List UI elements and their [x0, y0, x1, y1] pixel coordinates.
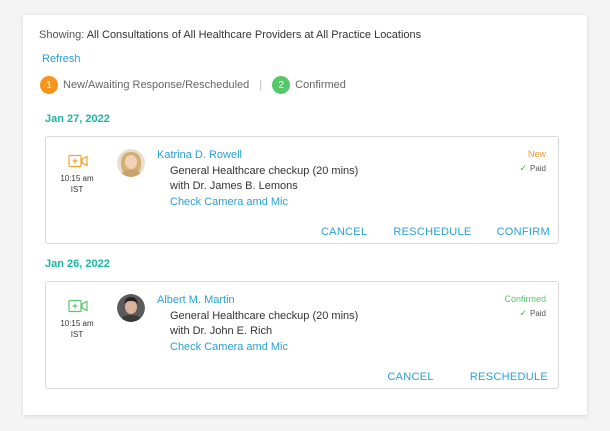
service-description: General Healthcare checkup (20 mins) — [170, 165, 359, 177]
legend-confirmed-label: Confirmed — [295, 79, 346, 91]
card-actions: CANCEL RESCHEDULE — [387, 371, 548, 383]
doctor-name: with Dr. James B. Lemons — [170, 180, 298, 192]
time-value: 10:15 am — [60, 174, 94, 183]
timezone-value: IST — [70, 185, 84, 194]
confirm-button[interactable]: CONFIRM — [497, 226, 550, 238]
check-camera-link[interactable]: Check Camera amd Mic — [170, 196, 288, 208]
payment-label: Paid — [529, 164, 546, 173]
cancel-button[interactable]: CANCEL — [321, 226, 367, 238]
avatar — [117, 149, 145, 177]
legend-new-badge: 1 — [40, 76, 58, 94]
patient-name-link[interactable]: Albert M. Martin — [157, 294, 235, 306]
legend-new-label: New/Awaiting Response/Rescheduled — [63, 79, 250, 91]
appointment-card: 10:15 am IST Albert M. Martin General He… — [45, 281, 559, 389]
filter-value: All Consultations of All Healthcare Prov… — [86, 29, 422, 41]
filter-prefix: Showing: — [39, 29, 85, 41]
time-value: 10:15 am — [60, 319, 94, 328]
reschedule-button[interactable]: RESCHEDULE — [393, 226, 471, 238]
video-call-icon — [68, 154, 88, 168]
reschedule-button[interactable]: RESCHEDULE — [470, 371, 548, 383]
payment-label: Paid — [529, 309, 546, 318]
appointment-card: 10:15 am IST Katrina D. Rowell General H… — [45, 136, 559, 244]
filter-summary: Showing: All Consultations of All Health… — [39, 29, 421, 41]
appointment-time: 10:15 am IST — [56, 173, 98, 195]
date-heading: Jan 26, 2022 — [45, 258, 110, 270]
check-icon: ✓ — [519, 163, 527, 173]
refresh-link[interactable]: Refresh — [42, 53, 81, 65]
payment-status: ✓ Paid — [519, 163, 546, 174]
timezone-value: IST — [70, 330, 84, 339]
check-camera-link[interactable]: Check Camera amd Mic — [170, 341, 288, 353]
service-description: General Healthcare checkup (20 mins) — [170, 310, 359, 322]
status-legend: 1 New/Awaiting Response/Rescheduled | 2 … — [40, 76, 346, 94]
video-call-icon — [68, 299, 88, 313]
legend-confirmed-badge: 2 — [272, 76, 291, 94]
status-badge: Confirmed — [504, 294, 546, 304]
card-actions: CANCEL RESCHEDULE CONFIRM — [321, 226, 550, 238]
cancel-button[interactable]: CANCEL — [387, 371, 433, 383]
legend-separator: | — [259, 79, 263, 91]
patient-name-link[interactable]: Katrina D. Rowell — [157, 149, 242, 161]
date-heading: Jan 27, 2022 — [45, 113, 110, 125]
payment-status: ✓ Paid — [519, 308, 546, 319]
appointment-time: 10:15 am IST — [56, 318, 98, 340]
avatar — [117, 294, 145, 322]
consultations-panel: Showing: All Consultations of All Health… — [23, 15, 587, 415]
doctor-name: with Dr. John E. Rich — [170, 325, 273, 337]
check-icon: ✓ — [519, 308, 527, 318]
status-badge: New — [527, 149, 546, 159]
